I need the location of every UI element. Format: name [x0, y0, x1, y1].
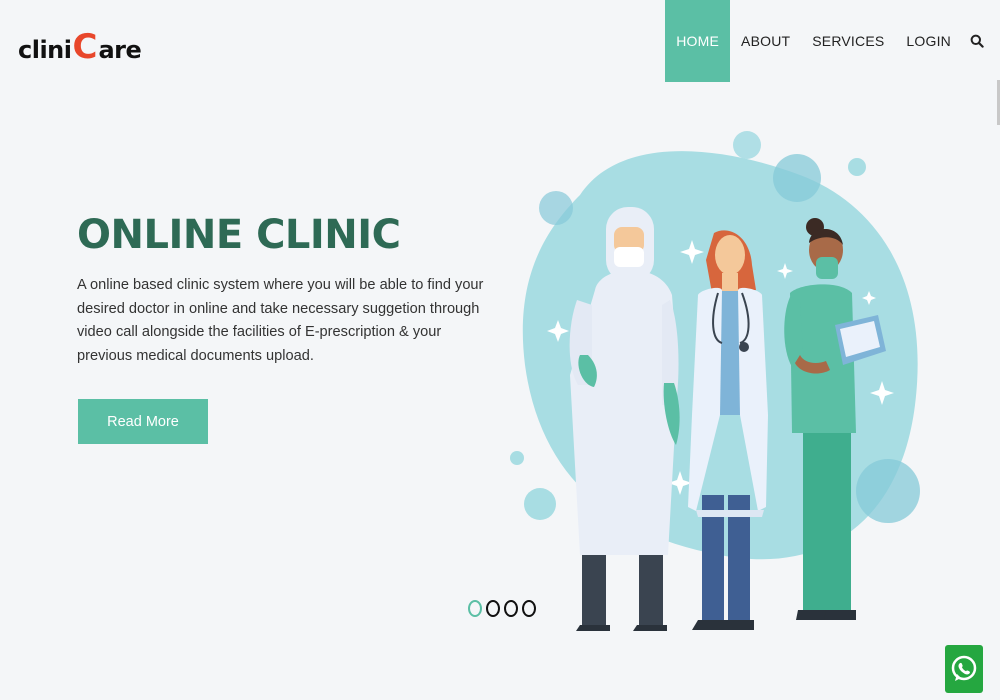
brand-part3: are: [98, 36, 142, 64]
nav-login[interactable]: LOGIN: [895, 0, 962, 82]
carousel-dot-3[interactable]: [504, 600, 518, 617]
read-more-button[interactable]: Read More: [78, 399, 208, 444]
hero-title: ONLINE CLINIC: [77, 212, 401, 258]
whatsapp-icon: [951, 655, 977, 681]
nav-about[interactable]: ABOUT: [730, 0, 801, 82]
medical-staff-illustration: [510, 131, 920, 631]
brand-logo[interactable]: clini Care: [18, 27, 142, 70]
carousel-indicators: [468, 600, 536, 617]
brand-part1: clini: [18, 36, 72, 64]
search-icon[interactable]: [962, 0, 984, 82]
nav-services[interactable]: SERVICES: [801, 0, 895, 82]
hero-description: A online based clinic system where you w…: [77, 277, 484, 364]
brand-part2: C: [72, 27, 98, 67]
nav-home[interactable]: HOME: [665, 0, 731, 82]
carousel-dot-1[interactable]: [468, 600, 482, 617]
whatsapp-button[interactable]: [945, 645, 983, 693]
carousel-dot-4[interactable]: [522, 600, 536, 617]
main-nav: HOME ABOUT SERVICES LOGIN: [665, 0, 984, 82]
carousel-dot-2[interactable]: [486, 600, 500, 617]
